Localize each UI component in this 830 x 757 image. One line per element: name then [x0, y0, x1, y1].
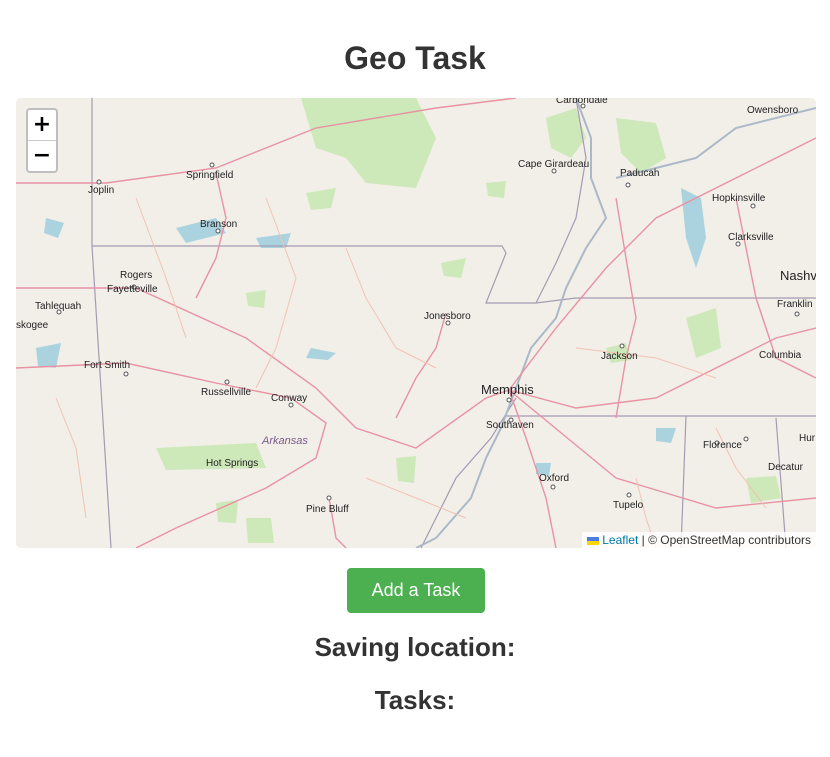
map-attribution: Leaflet | © OpenStreetMap contributors	[582, 532, 816, 548]
minor-roads	[55, 197, 767, 548]
city-label: Rogers	[120, 270, 152, 281]
city-label: Russellville	[201, 387, 251, 398]
city-label: Memphis	[481, 382, 534, 397]
city-label: Decatur	[768, 462, 804, 473]
city-label: Clarksville	[728, 232, 774, 243]
city-label: Joplin	[88, 185, 114, 196]
map-tiles[interactable]: Carbondale Owensboro Joplin Springfield …	[16, 98, 816, 548]
map-view[interactable]: Carbondale Owensboro Joplin Springfield …	[16, 98, 816, 548]
ukraine-flag-icon	[587, 537, 600, 545]
city-label: Branson	[200, 219, 237, 230]
city-label: Hot Springs	[206, 458, 258, 469]
city-label: Conway	[271, 393, 307, 404]
city-label: Florence	[703, 440, 742, 451]
state-label: Arkansas	[261, 435, 308, 447]
city-label: Carbondale	[556, 98, 608, 106]
city-label: Owensboro	[747, 105, 799, 116]
city-label: Nashv	[780, 268, 816, 283]
city-label: Paducah	[620, 168, 659, 179]
tasks-heading: Tasks:	[374, 685, 456, 715]
city-label: Franklin	[777, 299, 813, 310]
zoom-out-button[interactable]: −	[28, 141, 56, 171]
city-label: Jackson	[601, 351, 638, 362]
zoom-control: + −	[26, 108, 58, 173]
page-title: Geo Task	[344, 40, 486, 76]
saving-location-heading: Saving location:	[314, 632, 516, 662]
city-label: Hur	[799, 433, 816, 444]
osm-link[interactable]: OpenStreetMap contributors	[660, 533, 811, 547]
city-label: Oxford	[539, 473, 569, 484]
city-label: Fort Smith	[84, 360, 130, 371]
add-task-button[interactable]: Add a Task	[347, 568, 485, 613]
city-label: Pine Bluff	[306, 504, 349, 515]
city-label: Columbia	[759, 350, 802, 361]
city-label: Cape Girardeau	[518, 159, 589, 170]
city-label: Tupelo	[613, 500, 644, 511]
city-label: Fayetteville	[107, 284, 158, 295]
attribution-separator: | ©	[638, 533, 661, 547]
page: Geo Task Carbondale Owensboro Joplin Spr…	[0, 0, 830, 757]
city-label: Southaven	[486, 420, 534, 431]
leaflet-link[interactable]: Leaflet	[602, 533, 638, 547]
city-label: skogee	[16, 320, 49, 331]
city-label: Tahlequah	[35, 301, 81, 312]
city-label: Jonesboro	[424, 311, 471, 322]
zoom-in-button[interactable]: +	[28, 110, 56, 141]
city-label: Hopkinsville	[712, 193, 766, 204]
city-label: Springfield	[186, 170, 233, 181]
